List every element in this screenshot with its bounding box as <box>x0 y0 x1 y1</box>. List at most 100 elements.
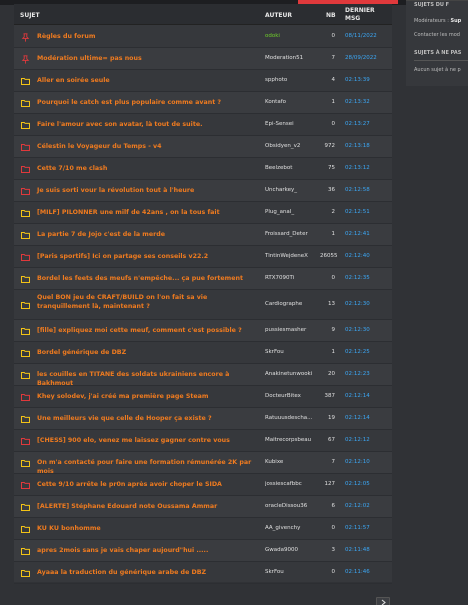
topic-row[interactable]: Quel BON jeu de CRAFT/BUILD on l'on fait… <box>14 290 392 320</box>
topic-last-message-link[interactable]: 02:12:23 <box>345 371 381 377</box>
topic-row[interactable]: On m'a contacté pour faire une formation… <box>14 452 392 475</box>
topic-title-link[interactable]: Je suis sorti vour la révolution tout à … <box>37 186 261 195</box>
topic-title-link[interactable]: [Paris sportifs] Ici on partage ses cons… <box>37 252 261 261</box>
moderator-link[interactable]: Sup <box>450 18 461 24</box>
topic-last-message-link[interactable]: 02:12:12 <box>345 437 381 443</box>
topic-last-message-link[interactable]: 02:12:35 <box>345 275 381 281</box>
topic-last-message-link[interactable]: 02:12:25 <box>345 349 381 355</box>
topic-title-link[interactable]: Ayaaa la traduction du générique arabe d… <box>37 568 261 577</box>
topic-last-message-link[interactable]: 02:13:32 <box>345 99 381 105</box>
topic-row[interactable]: [ALERTE] Stéphane Edouard note Oussama A… <box>14 496 392 518</box>
topic-author-link[interactable]: Obsidyen_v2 <box>265 143 321 149</box>
topic-row[interactable]: Je suis sorti vour la révolution tout à … <box>14 180 392 202</box>
topic-title-link[interactable]: [ALERTE] Stéphane Edouard note Oussama A… <box>37 502 261 511</box>
topic-author-link[interactable]: Gwada9000 <box>265 547 321 553</box>
topic-author-link[interactable]: oracleDissou36 <box>265 503 321 509</box>
topic-title-link[interactable]: [fille] expliquez moi cette meuf, commen… <box>37 326 261 335</box>
topic-row[interactable]: KU KU bonhomme AA_givenchy 0 02:11:57 <box>14 518 392 540</box>
topic-last-message-link[interactable]: 02:11:48 <box>345 547 381 553</box>
topic-author-link[interactable]: Kubixe <box>265 459 321 465</box>
topic-row[interactable]: Khey solodev, j'ai créé ma première page… <box>14 386 392 408</box>
topic-last-message-link[interactable]: 02:12:40 <box>345 253 381 259</box>
topic-row[interactable]: Pourquoi le catch est plus populaire com… <box>14 92 392 114</box>
topic-title-link[interactable]: Quel BON jeu de CRAFT/BUILD on l'on fait… <box>37 293 261 311</box>
next-page-button[interactable] <box>376 597 390 605</box>
topic-last-message-link[interactable]: 02:13:27 <box>345 121 381 127</box>
topic-title-link[interactable]: [CHESS] 900 elo, venez me laissez gagner… <box>37 436 261 445</box>
topic-author-link[interactable]: DocteurBitex <box>265 393 321 399</box>
topic-last-message-link[interactable]: 02:12:51 <box>345 209 381 215</box>
topic-author-link[interactable]: Beelzebot <box>265 165 321 171</box>
topic-row[interactable]: Une meilleurs vie que celle de Hooper ça… <box>14 408 392 430</box>
topic-title-link[interactable]: Khey solodev, j'ai créé ma première page… <box>37 392 261 401</box>
topic-title-link[interactable]: Cette 9/10 arrête le pr0n après avoir ch… <box>37 480 261 489</box>
topic-author-link[interactable]: odoki <box>265 33 321 39</box>
topic-row[interactable]: [fille] expliquez moi cette meuf, commen… <box>14 320 392 342</box>
topic-row[interactable]: les couilles en TITANE des soldats ukrai… <box>14 364 392 387</box>
topic-title-link[interactable]: apres 2mois sans je vais chaper aujourd"… <box>37 546 261 555</box>
topic-title-link[interactable]: Bordel générique de DBZ <box>37 348 261 357</box>
topic-row[interactable]: La partie 7 de Jojo c'est de la merde Fro… <box>14 224 392 246</box>
topic-author-link[interactable]: SkrFou <box>265 569 321 575</box>
topic-author-link[interactable]: Moderation51 <box>265 55 321 61</box>
topic-row[interactable]: [Paris sportifs] Ici on partage ses cons… <box>14 246 392 268</box>
topic-last-message-link[interactable]: 02:12:30 <box>345 301 381 307</box>
topic-row[interactable]: Bordel générique de DBZ SkrFou 1 02:12:25 <box>14 342 392 364</box>
topic-author-link[interactable]: Epi-Sensei <box>265 121 321 127</box>
topic-last-message-link[interactable]: 02:11:57 <box>345 525 381 531</box>
topic-last-message-link[interactable]: 02:12:14 <box>345 415 381 421</box>
topic-row[interactable]: apres 2mois sans je vais chaper aujourd"… <box>14 540 392 562</box>
contact-moderators-link[interactable]: Contacter les mod <box>414 32 460 38</box>
topic-row[interactable]: Ayaaa la traduction du générique arabe d… <box>14 562 392 584</box>
topic-last-message-link[interactable]: 02:12:58 <box>345 187 381 193</box>
topic-last-message-link[interactable]: 02:11:46 <box>345 569 381 575</box>
topic-title-link[interactable]: Célestin le Voyageur du Temps - v4 <box>37 142 261 151</box>
topic-row[interactable]: Cette 9/10 arrête le pr0n après avoir ch… <box>14 474 392 496</box>
topic-last-message-link[interactable]: 02:12:14 <box>345 393 381 399</box>
topic-row[interactable]: Faire l'amour avec son avatar, là tout d… <box>14 114 392 136</box>
topic-row[interactable]: Bordel les feets des meufs n'empêche... … <box>14 268 392 290</box>
topic-title-link[interactable]: Cette 7/10 me clash <box>37 164 261 173</box>
topic-author-link[interactable]: Anakinetunwooki <box>265 371 321 377</box>
topic-title-link[interactable]: La partie 7 de Jojo c'est de la merde <box>37 230 261 239</box>
topic-author-link[interactable]: Uncharkey_ <box>265 187 321 193</box>
topic-title-link[interactable]: KU KU bonhomme <box>37 524 261 533</box>
topic-last-message-link[interactable]: 02:13:12 <box>345 165 381 171</box>
topic-last-message-link[interactable]: 02:13:18 <box>345 143 381 149</box>
topic-last-message-link[interactable]: 02:12:05 <box>345 481 381 487</box>
topic-title-link[interactable]: Une meilleurs vie que celle de Hooper ça… <box>37 414 261 423</box>
topic-last-message-link[interactable]: 02:12:41 <box>345 231 381 237</box>
topic-author-link[interactable]: spphoto <box>265 77 321 83</box>
topic-row[interactable]: Règles du forum odoki 0 08/11/2022 <box>14 26 392 48</box>
topic-author-link[interactable]: TintinWejdeneX <box>265 253 321 259</box>
topic-title-link[interactable]: Règles du forum <box>37 32 261 41</box>
topic-author-link[interactable]: Kontafo <box>265 99 321 105</box>
topic-author-link[interactable]: Cardiographe <box>265 301 321 307</box>
topic-title-link[interactable]: [MILF] PILONNER une milf de 42ans , on l… <box>37 208 261 217</box>
topic-author-link[interactable]: Plug_anal_ <box>265 209 321 215</box>
topic-author-link[interactable]: SkrFou <box>265 349 321 355</box>
topic-title-link[interactable]: Pourquoi le catch est plus populaire com… <box>37 98 261 107</box>
topic-row[interactable]: Célestin le Voyageur du Temps - v4 Obsidy… <box>14 136 392 158</box>
topic-row[interactable]: Aller en soirée seule spphoto 4 02:13:39 <box>14 70 392 92</box>
topic-last-message-link[interactable]: 08/11/2022 <box>345 33 381 39</box>
topic-author-link[interactable]: Maitrecorpsbeau <box>265 437 321 443</box>
topic-title-link[interactable]: Modération ultime= pas nous <box>37 54 261 63</box>
topic-row[interactable]: Cette 7/10 me clash Beelzebot 75 02:13:12 <box>14 158 392 180</box>
topic-author-link[interactable]: pussiesmasher <box>265 327 321 333</box>
topic-title-link[interactable]: Bordel les feets des meufs n'empêche... … <box>37 274 261 283</box>
topic-last-message-link[interactable]: 02:12:02 <box>345 503 381 509</box>
topic-author-link[interactable]: AA_givenchy <box>265 525 321 531</box>
topic-last-message-link[interactable]: 02:12:10 <box>345 459 381 465</box>
topic-last-message-link[interactable]: 02:13:39 <box>345 77 381 83</box>
topic-last-message-link[interactable]: 02:12:30 <box>345 327 381 333</box>
topic-author-link[interactable]: Ratuuusdescha... <box>265 415 321 421</box>
topic-author-link[interactable]: RTX7090Ti <box>265 275 321 281</box>
topic-title-link[interactable]: Faire l'amour avec son avatar, là tout d… <box>37 120 261 129</box>
topic-last-message-link[interactable]: 28/09/2022 <box>345 55 381 61</box>
topic-author-link[interactable]: Froissard_Deter <box>265 231 321 237</box>
topic-row[interactable]: [CHESS] 900 elo, venez me laissez gagner… <box>14 430 392 452</box>
topic-row[interactable]: Modération ultime= pas nous Moderation51 7… <box>14 48 392 70</box>
topic-title-link[interactable]: Aller en soirée seule <box>37 76 261 85</box>
topic-author-link[interactable]: jossiescafbbc <box>265 481 321 487</box>
